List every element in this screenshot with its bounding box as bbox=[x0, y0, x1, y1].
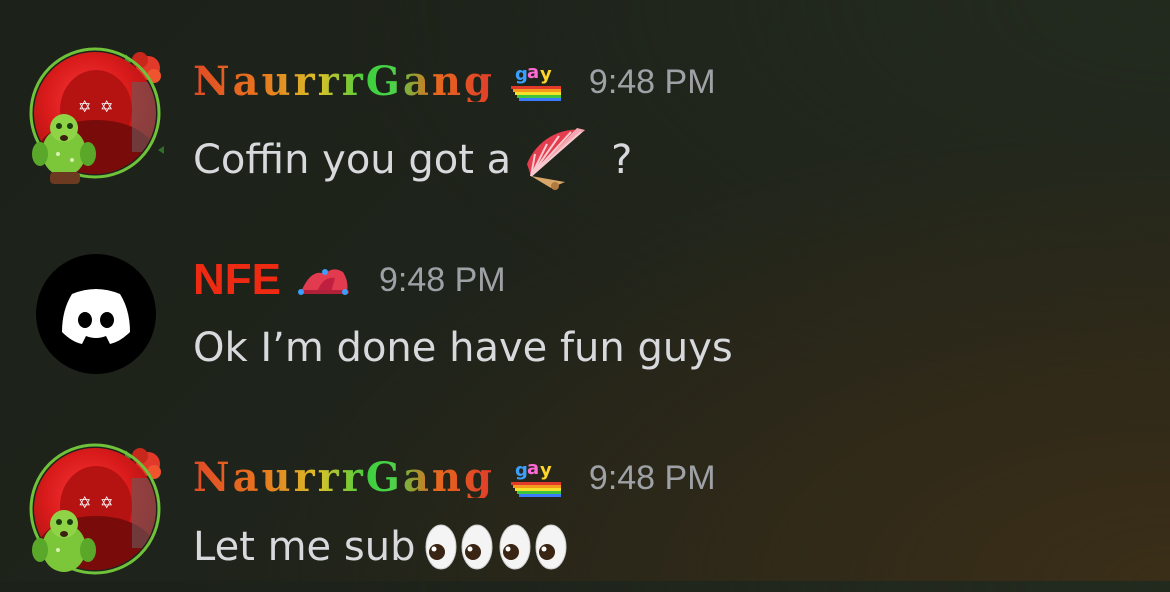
message-item: ✡ ✡ NaurrrGang g a y 9:48 PM Coffin you … bbox=[0, 46, 1170, 196]
discord-logo-icon bbox=[62, 289, 130, 344]
username[interactable]: NaurrrGang bbox=[193, 62, 495, 102]
message-text-suffix: ? bbox=[611, 137, 633, 183]
svg-text:g: g bbox=[515, 460, 528, 481]
message-text: Let me sub bbox=[193, 524, 416, 570]
message-header: NaurrrGang g a y 9:48 PM bbox=[193, 458, 716, 498]
eyes-emoji-icon bbox=[425, 524, 493, 570]
cactus-character-icon bbox=[32, 510, 96, 572]
folding-fan-emoji-icon bbox=[527, 128, 586, 190]
avatar[interactable]: ✡ ✡ bbox=[26, 442, 166, 582]
username[interactable]: NaurrrGang bbox=[193, 458, 495, 498]
eyes-emoji-icon bbox=[499, 524, 567, 570]
svg-text:a: a bbox=[527, 458, 539, 479]
svg-text:✡: ✡ bbox=[100, 493, 113, 512]
svg-text:g: g bbox=[515, 64, 528, 85]
timestamp: 9:48 PM bbox=[588, 63, 716, 101]
avatar[interactable] bbox=[26, 248, 166, 388]
svg-text:a: a bbox=[527, 62, 539, 83]
message-text: Ok I’m done have fun guys bbox=[193, 325, 733, 371]
timestamp: 9:48 PM bbox=[379, 261, 506, 299]
avatar[interactable]: ✡ ✡ bbox=[26, 46, 166, 186]
message-header: NaurrrGang g a y 9:48 PM bbox=[193, 62, 716, 102]
gay-badge-icon: g a y bbox=[510, 458, 561, 497]
svg-text:y: y bbox=[540, 64, 552, 85]
discord-default-avatar bbox=[36, 254, 156, 374]
message-item: NFE 9:48 PM Ok I’m done have fun guys bbox=[0, 248, 1170, 398]
svg-text:✡: ✡ bbox=[100, 97, 113, 116]
jester-hat-icon bbox=[298, 269, 349, 295]
svg-text:y: y bbox=[540, 460, 552, 481]
message-item: ✡ ✡ NaurrrGang g a y 9:48 PM Let me sub bbox=[0, 442, 1170, 592]
gay-badge-icon: g a y bbox=[510, 62, 561, 101]
message-content: Coffin you got a ? bbox=[193, 126, 632, 194]
message-content: Let me sub bbox=[193, 522, 569, 572]
message-content: Ok I’m done have fun guys bbox=[193, 328, 733, 368]
username[interactable]: NFE bbox=[193, 258, 281, 302]
message-text: Coffin you got a bbox=[193, 137, 512, 183]
message-header: NFE 9:48 PM bbox=[193, 258, 506, 302]
timestamp: 9:48 PM bbox=[588, 459, 716, 497]
cactus-character-icon bbox=[32, 114, 96, 184]
